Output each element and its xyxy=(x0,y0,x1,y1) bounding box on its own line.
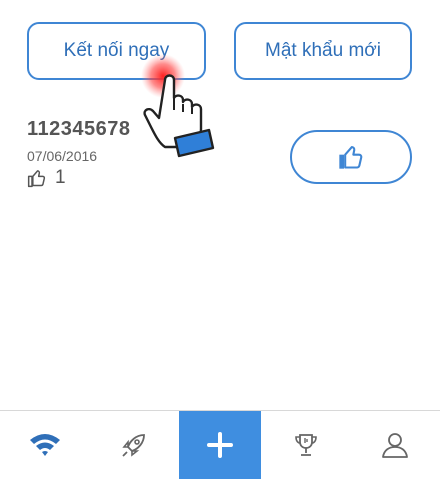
tab-profile[interactable] xyxy=(351,411,440,479)
wifi-icon xyxy=(29,434,60,456)
like-count-value: 1 xyxy=(55,167,66,188)
network-date: 07/06/2016 xyxy=(27,148,98,164)
profile-icon xyxy=(382,433,409,458)
trophy-icon xyxy=(294,434,317,456)
rocket-icon xyxy=(122,434,146,457)
new-password-button[interactable]: Mật khẩu mới xyxy=(234,22,412,80)
tap-hand-pointer-icon xyxy=(141,54,215,158)
bottom-tab-bar xyxy=(0,410,440,479)
thumbs-up-icon xyxy=(339,146,363,169)
like-button[interactable] xyxy=(290,130,412,184)
tab-ranking[interactable] xyxy=(261,411,351,479)
tab-boost[interactable] xyxy=(90,411,180,479)
network-name: 112345678 xyxy=(27,118,131,140)
like-count: 1 xyxy=(27,167,131,189)
plus-icon xyxy=(207,432,233,458)
tab-wifi[interactable] xyxy=(0,411,90,479)
tab-add[interactable] xyxy=(179,411,261,479)
network-entry[interactable]: 112345678 07/06/2016 1 xyxy=(27,118,131,189)
thumbs-up-outline-icon xyxy=(27,170,46,188)
